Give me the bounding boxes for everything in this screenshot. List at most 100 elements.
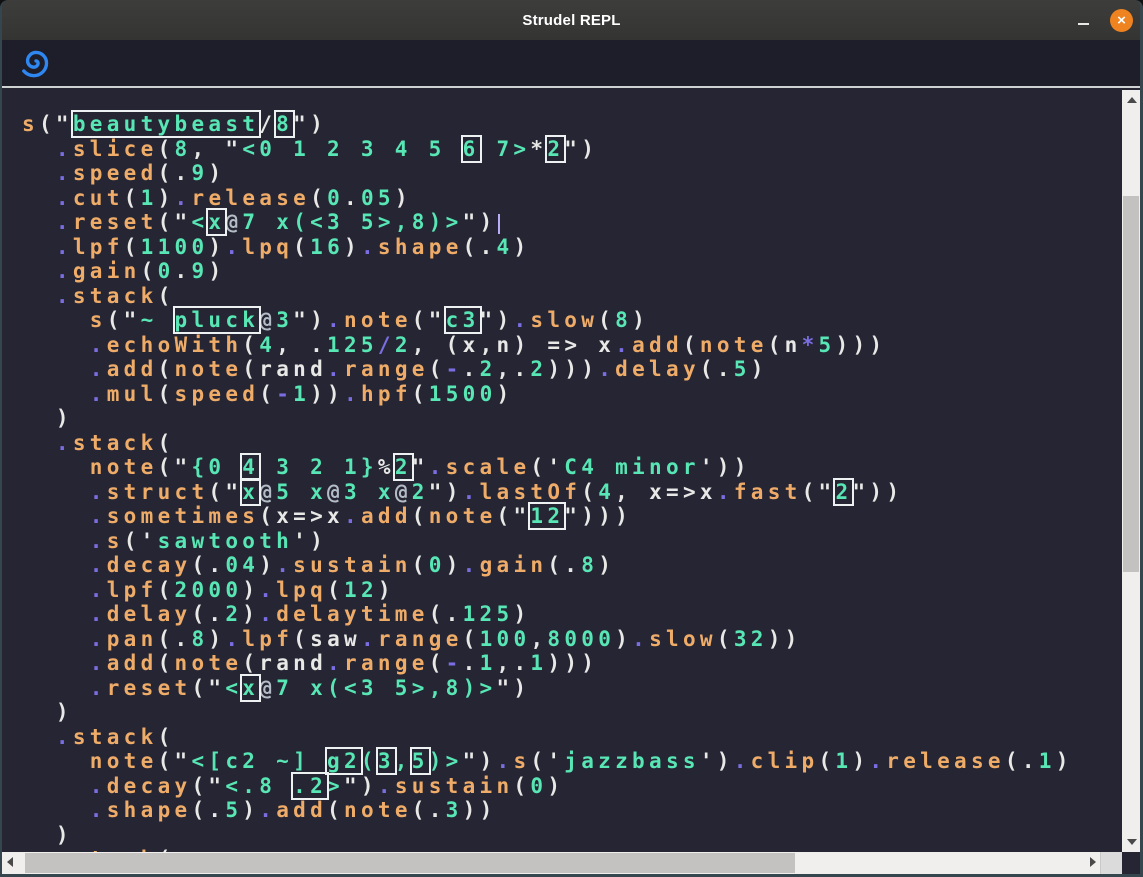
code-line[interactable]: .echoWith(4, .125/2, (x,n) => x.add(note…	[22, 333, 1119, 358]
close-button[interactable]: ×	[1110, 9, 1133, 32]
code-token: (	[158, 725, 175, 749]
code-token: note	[344, 798, 412, 822]
code-token: ))	[463, 798, 497, 822]
code-token	[22, 137, 56, 161]
code-token: note	[175, 357, 243, 381]
scroll-up-arrow-icon[interactable]	[1127, 97, 1137, 103]
strudel-spiral-icon[interactable]	[20, 46, 52, 80]
vertical-scrollbar-thumb[interactable]	[1123, 196, 1139, 572]
code-line[interactable]: .gain(0.9)	[22, 259, 1119, 284]
code-token: note	[700, 333, 768, 357]
code-line[interactable]: .decay(.04).sustain(0).gain(.8)	[22, 553, 1119, 578]
code-line[interactable]: .lpf(2000).lpq(12)	[22, 578, 1119, 603]
horizontal-scrollbar[interactable]	[2, 852, 1101, 874]
horizontal-scrollbar-thumb[interactable]	[25, 853, 795, 873]
code-line[interactable]: .stack(	[22, 725, 1119, 750]
code-editor[interactable]: s("beautybeast/8") .slice(8, "<0 1 2 3 4…	[2, 90, 1119, 852]
code-line[interactable]: )	[22, 823, 1119, 848]
code-line[interactable]: )	[22, 700, 1119, 725]
code-token: )	[208, 259, 225, 283]
code-line[interactable]: .stack(	[22, 431, 1119, 456]
code-token: (	[158, 357, 175, 381]
code-line[interactable]: note("<[c2 ~] g2(3,5)>").s('jazzbass').c…	[22, 749, 1119, 774]
code-line[interactable]: .add(note(rand.range(-.1,.1)))	[22, 651, 1119, 676]
code-token: 100	[480, 627, 531, 651]
code-token: %	[378, 455, 395, 479]
code-token: (	[310, 186, 327, 210]
code-line[interactable]: )	[22, 406, 1119, 431]
code-token: (	[463, 627, 480, 651]
code-token: )	[598, 553, 615, 577]
code-line[interactable]: .add(note(rand.range(-.2,.2))).delay(.5)	[22, 357, 1119, 382]
code-token: .	[56, 725, 73, 749]
code-line[interactable]: s("beautybeast/8")	[22, 112, 1119, 137]
code-token: )	[242, 798, 259, 822]
code-line[interactable]: .lpf(1100).lpq(16).shape(.4)	[22, 235, 1119, 260]
code-token: delay	[615, 357, 700, 381]
active-pattern-token: 3	[378, 749, 395, 773]
code-line[interactable]: .s('sawtooth')	[22, 529, 1119, 554]
code-token: <	[225, 676, 242, 700]
window-buttons: ×	[1070, 0, 1133, 40]
code-line[interactable]: .sometimes(x=>x.add(note("12")))	[22, 504, 1119, 529]
code-line[interactable]: note("{0 4 3 2 1}%2".scale('C4 minor'))	[22, 455, 1119, 480]
code-token: .	[496, 749, 513, 773]
code-token: hpf	[361, 382, 412, 406]
code-token: ('	[124, 529, 158, 553]
code-line[interactable]: .stack(	[22, 284, 1119, 309]
code-token: )>	[429, 749, 463, 773]
code-token: stack	[73, 284, 158, 308]
vertical-scrollbar[interactable]	[1122, 90, 1140, 852]
code-token: )	[615, 627, 632, 651]
code-token	[22, 676, 90, 700]
scroll-down-arrow-icon[interactable]	[1127, 839, 1137, 845]
code-token: .	[259, 578, 276, 602]
minimize-icon	[1078, 23, 1089, 25]
code-token: *	[530, 137, 547, 161]
code-token: 1	[1039, 749, 1056, 773]
code-line[interactable]: .speed(.9)	[22, 161, 1119, 186]
code-line[interactable]: .reset("<x@7 x(<3 5>,8)>")	[22, 210, 1119, 235]
code-token: ")	[564, 137, 598, 161]
code-line[interactable]: s("~ pluck@3").note("c3").slow(8)	[22, 308, 1119, 333]
code-token: rand	[259, 651, 327, 675]
code-token: add	[276, 798, 327, 822]
code-line[interactable]: .decay("<.8 .2>").sustain(0)	[22, 774, 1119, 799]
code-token: 0	[530, 774, 547, 798]
minimize-button[interactable]	[1070, 7, 1096, 33]
code-token: )	[344, 235, 361, 259]
code-token: 9	[191, 259, 208, 283]
code-token: <.8	[225, 774, 293, 798]
code-token: mul	[107, 382, 158, 406]
code-token: .	[615, 333, 632, 357]
code-line[interactable]: .slice(8, "<0 1 2 3 4 5 6 7>*2")	[22, 137, 1119, 162]
code-token: .	[463, 480, 480, 504]
scroll-left-arrow-icon[interactable]	[7, 857, 13, 867]
active-pattern-token: 2	[395, 455, 412, 479]
code-token: .	[463, 651, 480, 675]
code-token: .	[513, 308, 530, 332]
code-token: ~	[141, 308, 175, 332]
code-line[interactable]: .pan(.8).lpf(saw.range(100,8000).slow(32…	[22, 627, 1119, 652]
code-token: (	[158, 137, 175, 161]
code-token: range	[378, 627, 463, 651]
code-line[interactable]: .delay(.2).delaytime(.125)	[22, 602, 1119, 627]
code-token: note	[429, 504, 497, 528]
code-line[interactable]: .shape(.5).add(note(.3))	[22, 798, 1119, 823]
code-token: /	[378, 333, 395, 357]
code-line[interactable]: .struct("x@5 x@3 x@2").lastOf(4, x=>x.fa…	[22, 480, 1119, 505]
code-token: 1	[141, 186, 158, 210]
code-token: <0 1 2 3 4 5	[242, 137, 462, 161]
code-token: )))	[836, 333, 887, 357]
code-token: 5	[734, 357, 751, 381]
code-token: ,	[395, 749, 412, 773]
code-line[interactable]: .cut(1).release(0.05)	[22, 186, 1119, 211]
scroll-right-arrow-icon[interactable]	[1090, 857, 1096, 867]
strudel-repl-window: Strudel REPL × s("beautybeast/8") .slice…	[0, 0, 1143, 877]
code-line[interactable]: .reset("<x@7 x(<3 5>,8)>")	[22, 676, 1119, 701]
code-token: x	[276, 504, 293, 528]
code-token: .	[361, 627, 378, 651]
active-pattern-token: 5	[412, 749, 429, 773]
code-token: pan	[107, 627, 158, 651]
code-line[interactable]: .mul(speed(-1)).hpf(1500)	[22, 382, 1119, 407]
